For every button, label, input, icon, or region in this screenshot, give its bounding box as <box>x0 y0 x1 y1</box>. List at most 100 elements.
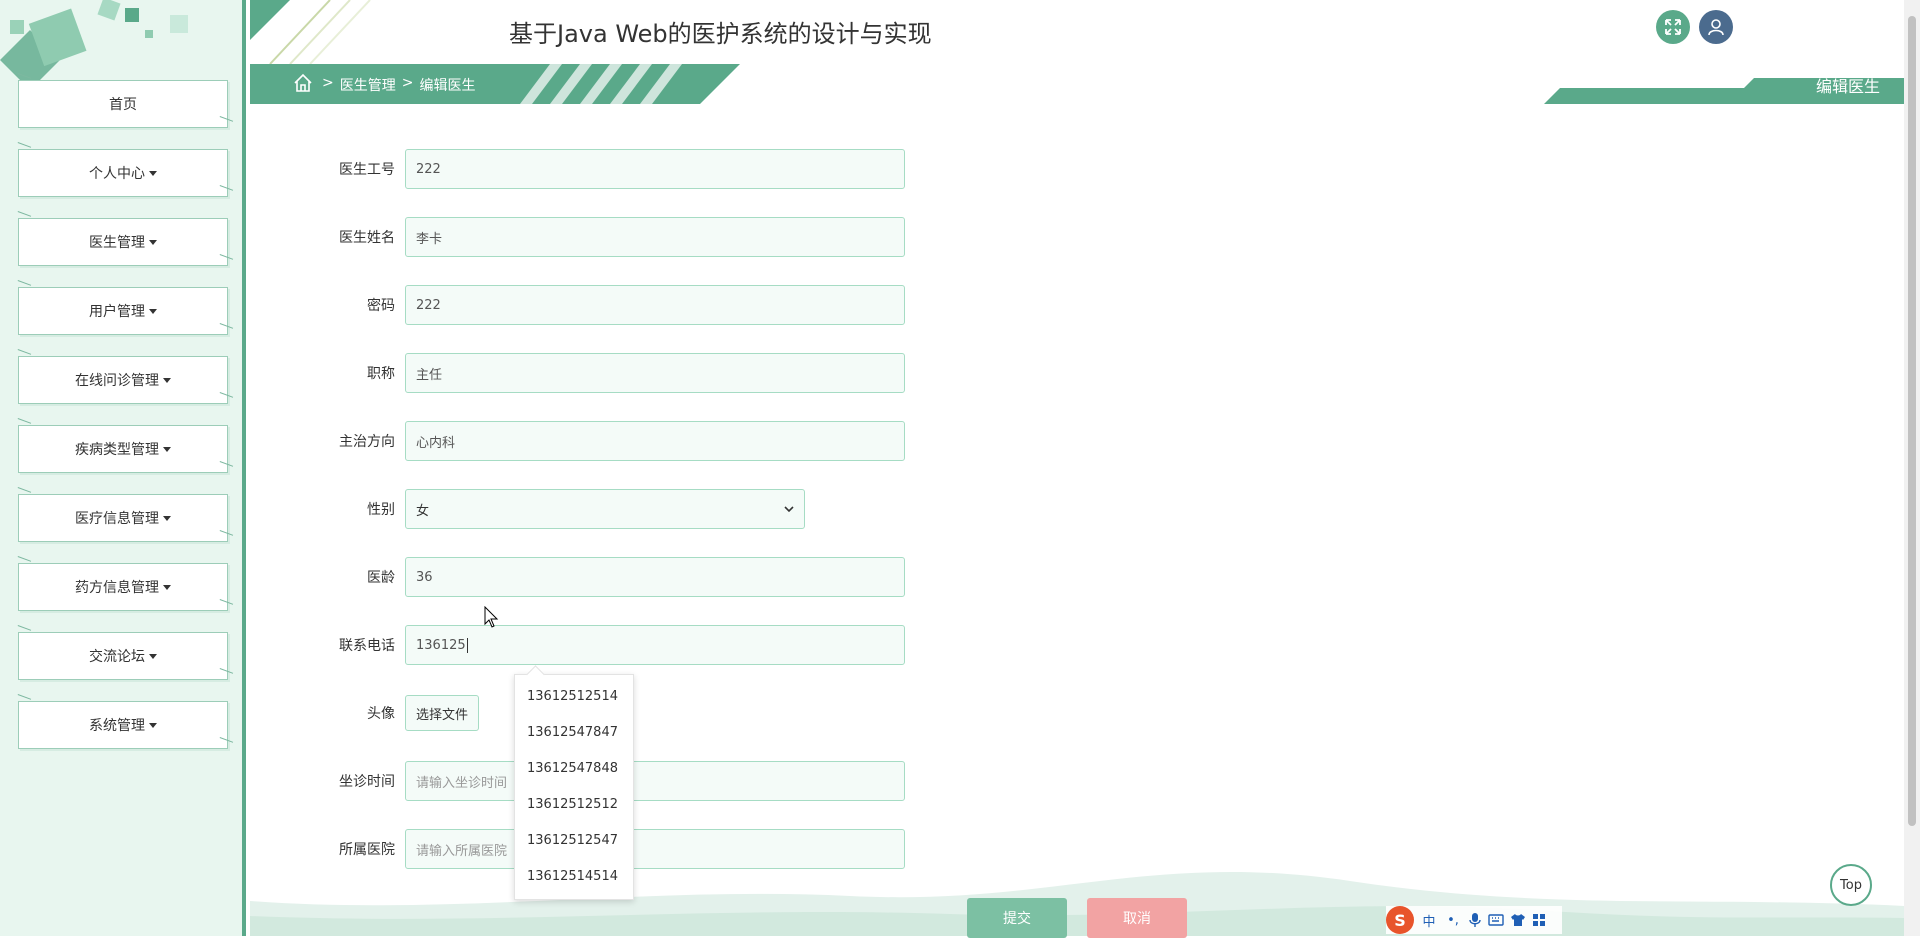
sidebar-item-medical-info[interactable]: 医疗信息管理 <box>18 494 228 542</box>
gender-label: 性别 <box>367 502 395 518</box>
sidebar-item-home[interactable]: 首页 <box>18 80 228 128</box>
autocomplete-option[interactable]: 13612512547 <box>515 823 633 859</box>
header-decoration <box>250 0 371 64</box>
mouse-pointer-icon <box>484 606 499 628</box>
keyboard-icon[interactable] <box>1488 913 1504 927</box>
form-row-phone: 联系电话 136125 <box>330 625 905 665</box>
ime-logo-icon[interactable]: S <box>1386 906 1414 934</box>
form-row-doctor-id: 医生工号 222 <box>330 149 905 189</box>
breadcrumb-item-edit-doctor: 编辑医生 <box>419 78 476 94</box>
ime-mode-toggle[interactable]: 中 <box>1420 911 1438 930</box>
autocomplete-option[interactable]: 13612547848 <box>515 751 633 787</box>
cancel-button[interactable]: 取消 <box>1087 898 1187 938</box>
doctor-name-input[interactable]: 李卡 <box>405 217 905 257</box>
sidebar-item-prescription-info[interactable]: 药方信息管理 <box>18 563 228 611</box>
sidebar-item-label: 疾病类型管理 <box>75 442 159 458</box>
title-input[interactable]: 主任 <box>405 353 905 393</box>
form-row-years: 医龄 36 <box>330 557 905 597</box>
avatar-label: 头像 <box>367 706 395 722</box>
autocomplete-option[interactable]: 13612547847 <box>515 715 633 751</box>
user-icon <box>1708 19 1724 36</box>
sidebar-item-label: 交流论坛 <box>89 649 145 665</box>
specialty-label: 主治方向 <box>339 434 395 450</box>
years-input[interactable]: 36 <box>405 557 905 597</box>
form-row-password: 密码 222 <box>330 285 905 325</box>
breadcrumb-separator: > <box>322 75 334 91</box>
chevron-down-icon <box>784 506 794 513</box>
form-row-gender: 性别 女 <box>330 489 805 529</box>
form-row-avatar: 头像 选择文件 <box>330 693 480 733</box>
phone-input-value: 136125 <box>416 637 466 653</box>
sidebar: 首页 个人中心 医生管理 用户管理 在线问诊管理 疾病类型管理 医疗信息管理 药… <box>0 0 246 936</box>
choose-file-button[interactable]: 选择文件 <box>405 695 480 731</box>
autocomplete-option[interactable]: 13612514514 <box>515 859 633 895</box>
gender-selected-value: 女 <box>416 503 430 519</box>
doctor-name-label: 医生姓名 <box>339 230 395 246</box>
specialty-input[interactable]: 心内科 <box>405 421 905 461</box>
expand-icon <box>1665 19 1681 35</box>
form-row-specialty: 主治方向 心内科 <box>330 421 905 461</box>
sidebar-item-system-management[interactable]: 系统管理 <box>18 701 228 749</box>
toolbox-grid-icon[interactable] <box>1532 913 1546 927</box>
caret-down-icon <box>149 653 157 659</box>
caret-down-icon <box>149 722 157 728</box>
fullscreen-button[interactable] <box>1656 10 1690 44</box>
sidebar-item-label: 药方信息管理 <box>75 580 159 596</box>
doctor-id-label: 医生工号 <box>339 162 395 178</box>
page-tab-title: 编辑医生 <box>1815 77 1880 96</box>
phone-input[interactable]: 136125 <box>405 625 905 665</box>
home-icon[interactable] <box>292 72 314 94</box>
form-row-doctor-name: 医生姓名 李卡 <box>330 217 905 257</box>
sidebar-item-doctor-management[interactable]: 医生管理 <box>18 218 228 266</box>
gender-select[interactable]: 女 <box>405 489 805 529</box>
caret-down-icon <box>163 515 171 521</box>
doctor-id-input[interactable]: 222 <box>405 149 905 189</box>
microphone-icon[interactable] <box>1468 912 1482 928</box>
breadcrumb: > 医生管理 > 编辑医生 <box>322 75 475 95</box>
sidebar-item-label: 个人中心 <box>89 166 145 182</box>
user-menu-button[interactable] <box>1699 10 1733 44</box>
caret-down-icon <box>149 308 157 314</box>
sidebar-item-label: 在线问诊管理 <box>75 373 159 389</box>
sidebar-item-label: 医疗信息管理 <box>75 511 159 527</box>
app-title: 基于Java Web的医护系统的设计与实现 <box>509 20 932 48</box>
text-cursor <box>466 637 468 653</box>
sidebar-item-disease-type[interactable]: 疾病类型管理 <box>18 425 228 473</box>
caret-down-icon <box>163 446 171 452</box>
skin-shirt-icon[interactable] <box>1510 913 1526 927</box>
submit-button[interactable]: 提交 <box>967 898 1067 938</box>
phone-autocomplete-dropdown: 13612512514 13612547847 13612547848 1361… <box>514 674 634 900</box>
caret-down-icon <box>149 239 157 245</box>
breadcrumb-bar: > 医生管理 > 编辑医生 编辑医生 <box>250 64 1904 104</box>
page-scrollbar[interactable] <box>1904 0 1920 936</box>
ime-toolbar: S 中 •, <box>1386 906 1562 934</box>
caret-down-icon <box>149 170 157 176</box>
clinic-time-input[interactable]: 请输入坐诊时间 <box>405 761 905 801</box>
autocomplete-option[interactable]: 13612512512 <box>515 787 633 823</box>
back-to-top-button[interactable]: Top <box>1830 864 1872 906</box>
years-label: 医龄 <box>367 570 395 586</box>
breadcrumb-item-doctor-management[interactable]: 医生管理 <box>340 75 396 95</box>
sidebar-item-user-management[interactable]: 用户管理 <box>18 287 228 335</box>
ime-punctuation-toggle[interactable]: •, <box>1444 913 1462 928</box>
sidebar-item-label: 系统管理 <box>89 718 145 734</box>
password-input[interactable]: 222 <box>405 285 905 325</box>
sidebar-item-label: 医生管理 <box>89 235 145 251</box>
caret-down-icon <box>163 584 171 590</box>
phone-label: 联系电话 <box>339 638 395 654</box>
password-label: 密码 <box>367 298 395 314</box>
caret-down-icon <box>163 377 171 383</box>
bottom-wave-decoration <box>250 871 1904 936</box>
sidebar-item-label: 用户管理 <box>89 304 145 320</box>
sidebar-item-personal-center[interactable]: 个人中心 <box>18 149 228 197</box>
header: 基于Java Web的医护系统的设计与实现 <box>250 0 1904 64</box>
breadcrumb-separator: > <box>401 75 414 91</box>
sidebar-item-online-consult[interactable]: 在线问诊管理 <box>18 356 228 404</box>
form-row-title: 职称 主任 <box>330 353 905 393</box>
clinic-time-label: 坐诊时间 <box>339 774 395 790</box>
title-label: 职称 <box>367 366 395 382</box>
sidebar-item-forum[interactable]: 交流论坛 <box>18 632 228 680</box>
scrollbar-thumb[interactable] <box>1908 16 1916 826</box>
sidebar-item-label: 首页 <box>109 97 137 113</box>
autocomplete-option[interactable]: 13612512514 <box>515 679 633 715</box>
